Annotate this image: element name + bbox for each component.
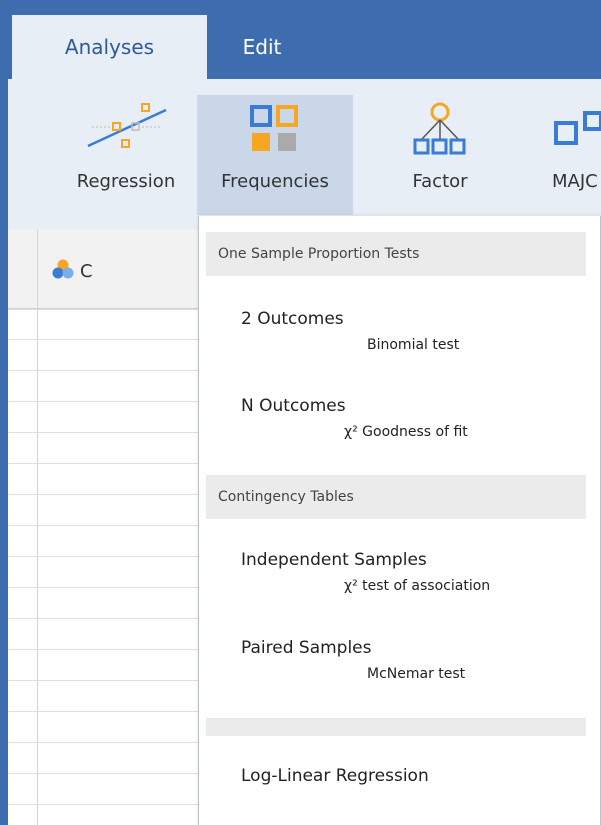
- menu-separator: [206, 718, 586, 736]
- frequencies-icon: [249, 95, 301, 165]
- factor-label: Factor: [412, 171, 468, 192]
- tab-edit-label: Edit: [242, 35, 282, 59]
- app-window: Analyses Edit Regression Frequencies Fac…: [0, 0, 601, 825]
- menu-item-independent-samples[interactable]: Independent Samples χ² test of associati…: [199, 550, 601, 610]
- majc-button[interactable]: MAJC: [540, 95, 601, 215]
- menu-item-n-outcomes[interactable]: N Outcomes χ² Goodness of fit: [199, 396, 601, 456]
- menu-item-title: N Outcomes: [241, 396, 346, 416]
- frequencies-menu: One Sample Proportion Tests 2 Outcomes B…: [198, 216, 601, 825]
- tab-edit[interactable]: Edit: [207, 15, 317, 79]
- frequencies-button[interactable]: Frequencies: [197, 95, 353, 215]
- factor-icon: [412, 95, 468, 165]
- regression-icon: [76, 95, 176, 165]
- tab-analyses[interactable]: Analyses: [12, 15, 207, 79]
- column-header-c[interactable]: C: [52, 259, 93, 284]
- menu-item-title: Independent Samples: [241, 550, 427, 570]
- menu-item-subtitle: χ² Goodness of fit: [344, 424, 468, 440]
- nominal-variable-icon: [52, 259, 74, 284]
- column-name: C: [80, 261, 93, 282]
- menu-item-subtitle: χ² test of association: [344, 578, 491, 594]
- menu-item-title: Log-Linear Regression: [241, 766, 429, 786]
- group-header-contingency: Contingency Tables: [206, 475, 586, 519]
- menu-item-title: Paired Samples: [241, 638, 372, 658]
- menu-item-subtitle: McNemar test: [367, 666, 466, 682]
- majc-label: MAJC: [552, 171, 598, 192]
- regression-label: Regression: [76, 171, 176, 192]
- menu-item-title: 2 Outcomes: [241, 309, 344, 329]
- menu-item-subtitle: Binomial test: [367, 337, 460, 353]
- regression-button[interactable]: Regression: [56, 95, 196, 215]
- ribbon: Regression Frequencies Factor MAJC: [8, 79, 601, 229]
- factor-button[interactable]: Factor: [380, 95, 500, 215]
- majc-icon: [540, 95, 601, 165]
- menu-item-2-outcomes[interactable]: 2 Outcomes Binomial test: [199, 309, 601, 369]
- menu-item-log-linear-regression[interactable]: Log-Linear Regression: [199, 766, 601, 796]
- frequencies-label: Frequencies: [221, 171, 329, 192]
- window-left-border: [0, 79, 8, 825]
- group-header-one-sample: One Sample Proportion Tests: [206, 232, 586, 276]
- top-strip: [0, 0, 601, 15]
- menu-item-paired-samples[interactable]: Paired Samples McNemar test: [199, 638, 601, 698]
- tab-analyses-label: Analyses: [64, 35, 155, 59]
